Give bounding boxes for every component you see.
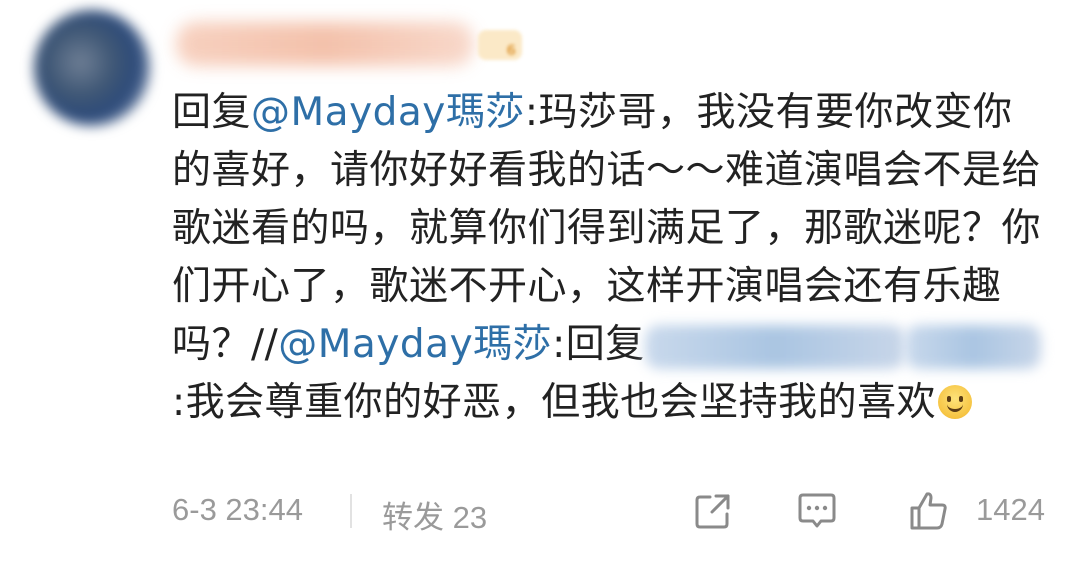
username-blurred[interactable] — [176, 22, 474, 66]
avatar[interactable] — [34, 10, 150, 126]
comment-footer: 6-3 23:44 转发 23 1424 — [0, 486, 1080, 536]
timestamp: 6-3 23:44 — [172, 492, 303, 527]
mention-link-repost[interactable]: @Mayday瑪莎 — [278, 322, 552, 367]
smile-emoji-icon — [938, 385, 973, 419]
like-count: 1424 — [976, 492, 1045, 527]
comment-icon[interactable] — [794, 488, 840, 534]
divider — [350, 494, 352, 528]
reply-prefix: 回复 — [172, 90, 252, 135]
level-badge: 6 — [478, 30, 522, 60]
blurred-username-mention[interactable] — [644, 324, 905, 369]
share-icon[interactable] — [690, 488, 736, 534]
forward-button[interactable]: 转发 23 — [382, 492, 487, 537]
blurred-username-mention-cont[interactable] — [904, 324, 1041, 369]
mention-link[interactable]: @Mayday瑪莎 — [251, 90, 525, 135]
thumbs-up-icon[interactable] — [906, 488, 952, 534]
comment-card: 6 回复@Mayday瑪莎:玛莎哥，我没有要你改变你的喜好，请你好好看我的话～～… — [0, 0, 1080, 562]
comment-text: 回复@Mayday瑪莎:玛莎哥，我没有要你改变你的喜好，请你好好看我的话～～难道… — [172, 84, 1052, 432]
level-number: 6 — [506, 43, 516, 59]
reply-label: :回复 — [552, 322, 645, 367]
quoted-body: :我会尊重你的好恶，但我也会坚持我的喜欢 — [172, 380, 937, 425]
